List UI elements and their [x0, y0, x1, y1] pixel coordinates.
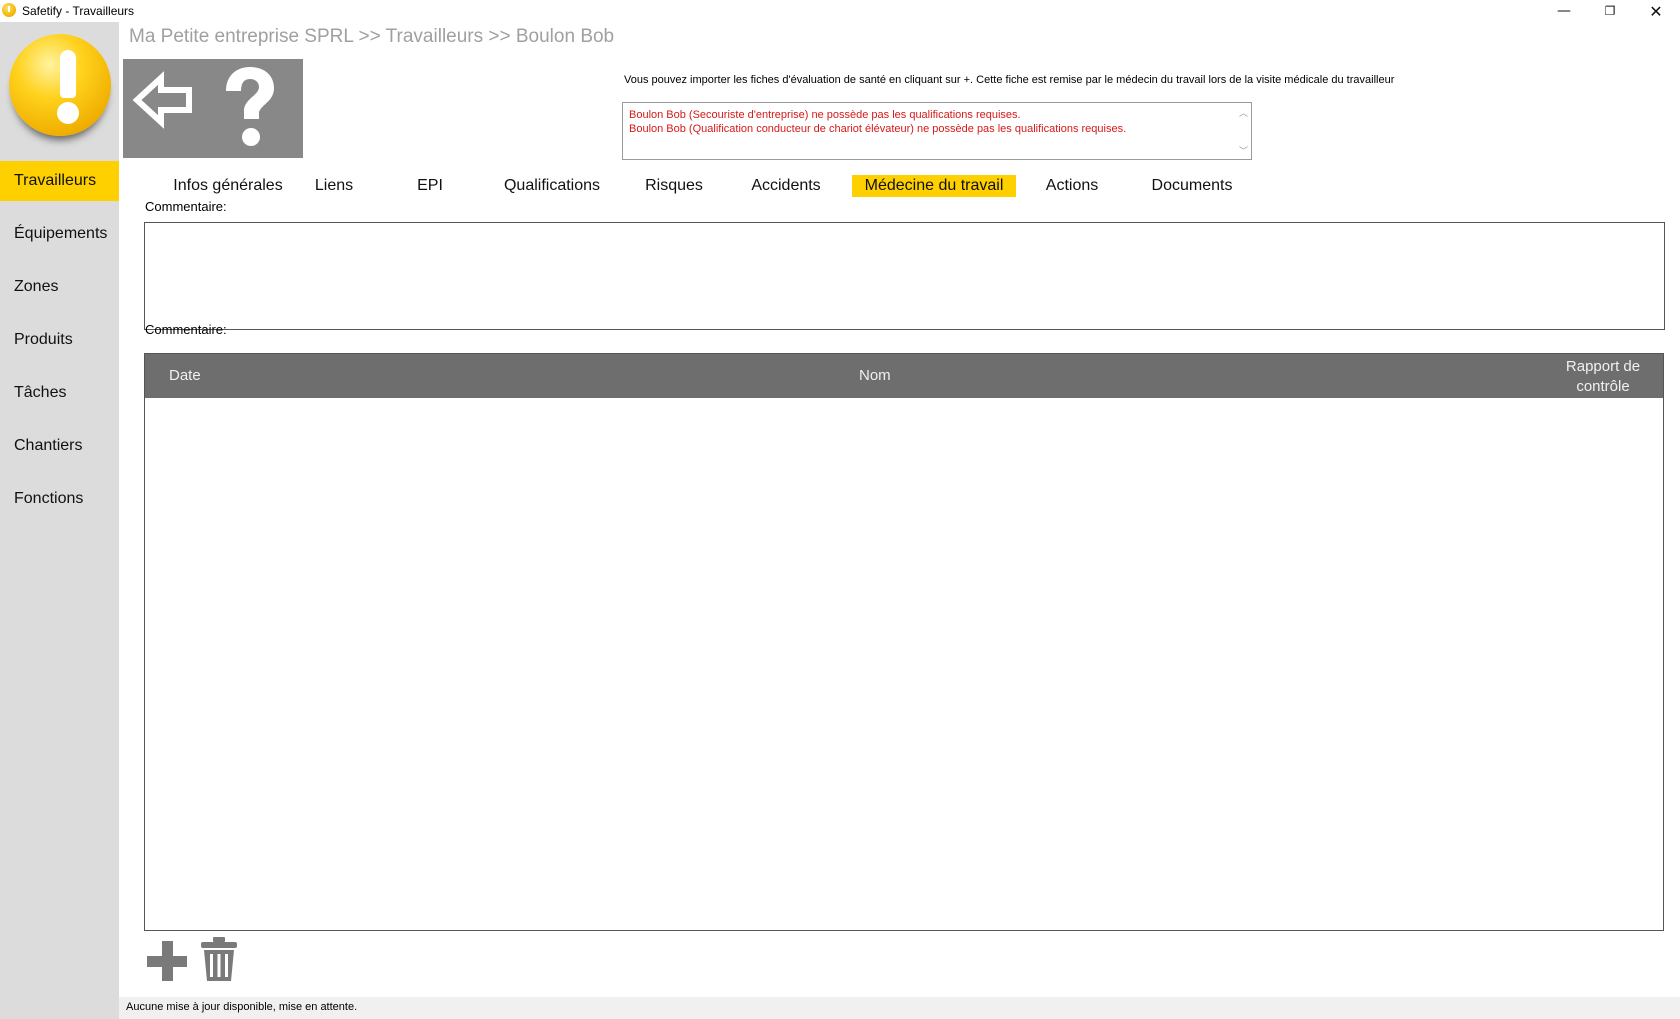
sidebar-item-equipements[interactable]: Équipements: [0, 214, 119, 254]
scroll-up-icon[interactable]: ︿: [1239, 106, 1248, 119]
sidebar-item-chantiers[interactable]: Chantiers: [0, 426, 119, 466]
warning-message: Boulon Bob (Qualification conducteur de …: [629, 123, 1127, 135]
table-header: Date Nom Rapport de contrôle: [145, 354, 1663, 398]
sidebar-item-produits[interactable]: Produits: [0, 320, 119, 360]
tab-risques[interactable]: Risques: [632, 175, 716, 197]
exclamation-dot: [57, 102, 79, 124]
trash-icon: [201, 937, 237, 981]
column-header-date[interactable]: Date: [169, 367, 201, 384]
sidebar-item-travailleurs[interactable]: Travailleurs: [0, 161, 119, 201]
plus-icon: [147, 941, 187, 981]
tab-actions[interactable]: Actions: [1032, 175, 1112, 197]
status-bar: Aucune mise à jour disponible, mise en a…: [119, 997, 1680, 1019]
restore-button[interactable]: ❐: [1587, 0, 1633, 22]
exclamation-bar: [60, 50, 76, 98]
column-header-nom[interactable]: Nom: [859, 367, 891, 384]
question-mark-icon: [226, 67, 274, 146]
tab-accidents[interactable]: Accidents: [736, 175, 836, 197]
add-button[interactable]: [145, 939, 189, 983]
toolbar: [123, 59, 303, 158]
comment-label: Commentaire:: [145, 199, 227, 214]
window-title: Safetify - Travailleurs: [22, 4, 135, 18]
info-text: Vous pouvez importer les fiches d'évalua…: [624, 74, 1395, 86]
tab-epi[interactable]: EPI: [400, 175, 460, 197]
warning-message: Boulon Bob (Secouriste d'entreprise) ne …: [629, 109, 1021, 121]
delete-button[interactable]: [199, 936, 239, 983]
tab-qualifications[interactable]: Qualifications: [488, 175, 616, 197]
sidebar-item-zones[interactable]: Zones: [0, 267, 119, 307]
status-text: Aucune mise à jour disponible, mise en a…: [126, 1001, 358, 1013]
back-arrow-icon: [132, 71, 192, 129]
minimize-button[interactable]: —: [1541, 0, 1587, 22]
help-button[interactable]: [213, 59, 303, 158]
column-header-rapport[interactable]: Rapport de contrôle: [1553, 357, 1653, 397]
breadcrumb: Ma Petite entreprise SPRL >> Travailleur…: [129, 26, 615, 47]
comment-label: Commentaire:: [145, 322, 227, 337]
tab-medecine-du-travail[interactable]: Médecine du travail: [852, 175, 1016, 197]
app-icon: [2, 3, 16, 17]
back-button[interactable]: [123, 59, 213, 158]
tab-documents[interactable]: Documents: [1140, 175, 1244, 197]
medical-records-table[interactable]: Date Nom Rapport de contrôle: [144, 353, 1664, 931]
tab-liens[interactable]: Liens: [294, 175, 374, 197]
sidebar-item-fonctions[interactable]: Fonctions: [0, 479, 119, 519]
sidebar-item-taches[interactable]: Tâches: [0, 373, 119, 413]
scroll-down-icon[interactable]: ﹀: [1239, 144, 1248, 157]
warnings-scrollbar[interactable]: ︿ ﹀: [1235, 103, 1251, 159]
sidebar: Travailleurs Équipements Zones Produits …: [0, 22, 119, 1019]
comment-textarea[interactable]: [144, 222, 1665, 330]
warnings-box[interactable]: Boulon Bob (Secouriste d'entreprise) ne …: [622, 102, 1252, 160]
tab-infos-generales[interactable]: Infos générales: [143, 175, 313, 197]
safetify-logo: [9, 34, 111, 136]
title-bar: Safetify - Travailleurs — ❐ ✕: [0, 0, 1680, 22]
close-button[interactable]: ✕: [1633, 0, 1679, 22]
